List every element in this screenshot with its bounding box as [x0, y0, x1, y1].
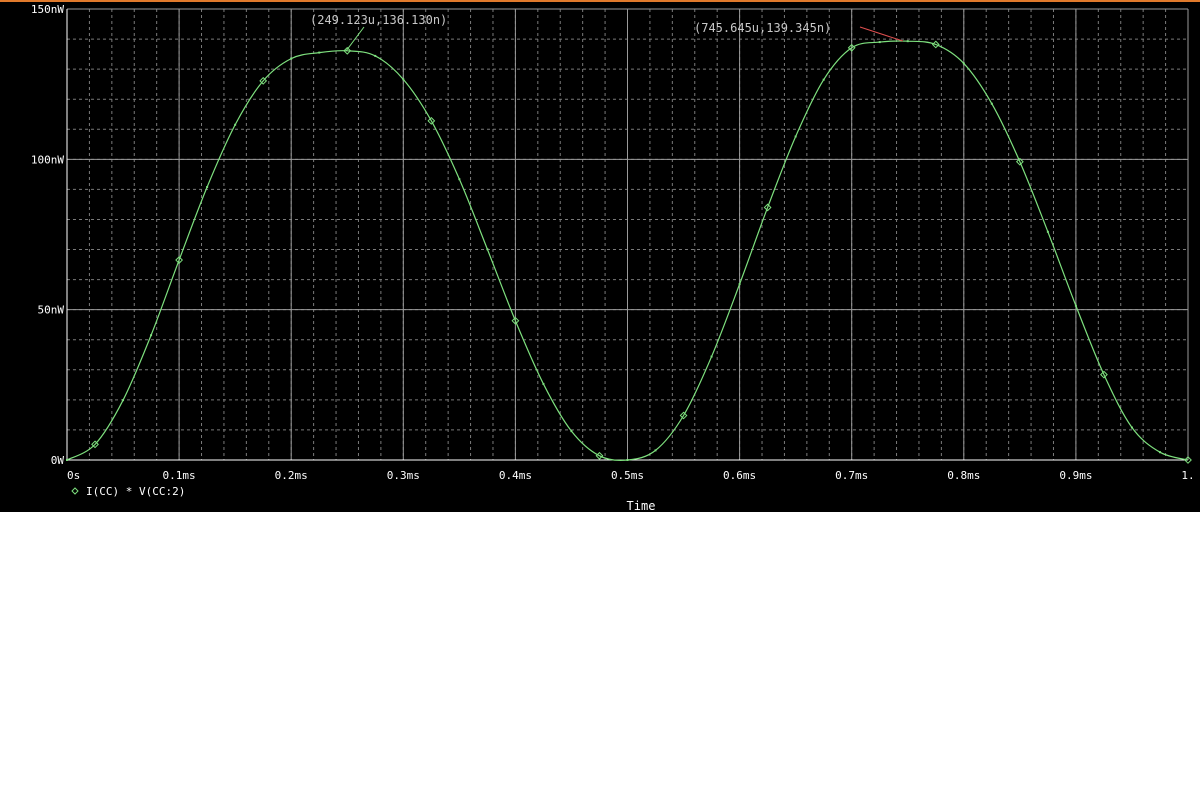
data-point-dot	[402, 78, 405, 81]
y-tick-label: 100nW	[31, 153, 64, 166]
data-point-dot	[962, 62, 965, 65]
data-point-dot	[206, 185, 209, 188]
data-point-dot	[626, 459, 629, 461]
y-tick-label: 50nW	[38, 304, 65, 317]
data-point-dot	[878, 41, 881, 44]
y-tick-label: 150nW	[31, 3, 64, 16]
x-tick-label: 0.4ms	[499, 469, 532, 482]
data-point-dot	[486, 248, 489, 251]
data-point-dot	[710, 355, 713, 358]
x-tick-label: 0.9ms	[1059, 469, 1092, 482]
legend[interactable]: I(CC) * V(CC:2)	[71, 485, 185, 498]
annotation-label: (745.645u,139.345n)	[694, 21, 831, 35]
annotation-label: (249.123u,136.130n)	[310, 13, 447, 27]
data-point-dot	[1158, 451, 1161, 454]
data-point-dot	[374, 54, 377, 57]
probe-plot-window: (249.123u,136.130n) (745.645u,139.345n) 0…	[0, 0, 1200, 512]
legend-diamond-marker-icon	[71, 487, 79, 495]
x-tick-label: 0.6ms	[723, 469, 756, 482]
data-point-dot	[150, 334, 153, 337]
y-tick-label: 0W	[51, 454, 65, 467]
data-point-dot	[822, 78, 825, 81]
data-point-dot	[794, 135, 797, 138]
x-tick-label: 0.2ms	[275, 469, 308, 482]
x-tick-label: 1.	[1181, 469, 1194, 482]
data-point-dot	[458, 178, 461, 181]
data-point-dot	[122, 399, 125, 402]
data-point-dot	[570, 430, 573, 433]
data-point-dot	[318, 51, 321, 54]
x-tick-label: 0.3ms	[387, 469, 420, 482]
data-point-dot	[654, 449, 657, 452]
data-point-dot	[906, 40, 909, 43]
probe-plot-svg[interactable]: (249.123u,136.130n) (745.645u,139.345n) 0…	[0, 0, 1200, 512]
data-point-dot	[1046, 230, 1049, 233]
annotation-layer: (249.123u,136.130n) (745.645u,139.345n)	[310, 13, 904, 52]
grid-layer	[66, 8, 1189, 461]
tick-label-layer: 0s 0.1ms 0.2ms 0.3ms 0.4ms 0.5ms 0.6ms 0.7ms 0.8…	[31, 3, 1195, 482]
legend-series-name: I(CC) * V(CC:2)	[86, 485, 185, 498]
x-tick-label: 0.7ms	[835, 469, 868, 482]
data-point-dot	[1074, 304, 1077, 307]
data-point-dot	[66, 459, 68, 461]
data-point-dot	[738, 283, 741, 286]
data-point-dot	[234, 123, 237, 126]
data-point-dot	[1130, 426, 1133, 429]
data-point-dot	[290, 57, 293, 60]
x-axis-label: Time	[627, 499, 656, 512]
page: (249.123u,136.130n) (745.645u,139.345n) 0…	[0, 0, 1200, 800]
data-point-dot	[542, 382, 545, 385]
x-tick-label: 0.8ms	[947, 469, 980, 482]
data-point-dot	[990, 102, 993, 105]
x-tick-label: 0.5ms	[611, 469, 644, 482]
x-tick-label: 0s	[67, 469, 80, 482]
x-tick-label: 0.1ms	[163, 469, 196, 482]
